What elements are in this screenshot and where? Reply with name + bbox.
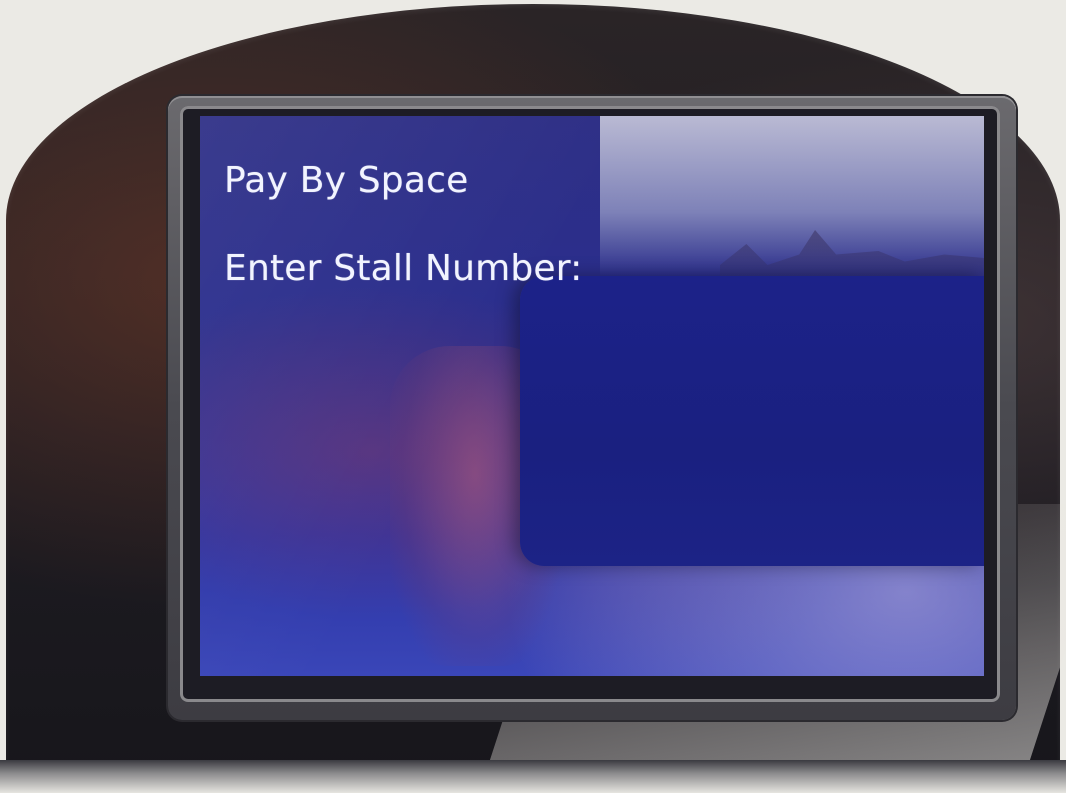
sky-reflection — [600, 116, 984, 276]
meter-bottom-edge — [0, 760, 1066, 793]
lcd-screen[interactable]: Pay By Space Enter Stall Number: — [200, 116, 984, 676]
screen-title: Pay By Space — [224, 160, 469, 201]
screen-bezel: Pay By Space Enter Stall Number: — [168, 96, 1016, 720]
screen-frame: Pay By Space Enter Stall Number: — [180, 106, 1000, 702]
phone-reflection — [520, 276, 984, 566]
parking-meter: Pay By Space Enter Stall Number: — [0, 0, 1066, 793]
stall-number-label: Enter Stall Number: — [224, 248, 583, 289]
stall-number-prompt: Enter Stall Number: — [224, 248, 582, 289]
